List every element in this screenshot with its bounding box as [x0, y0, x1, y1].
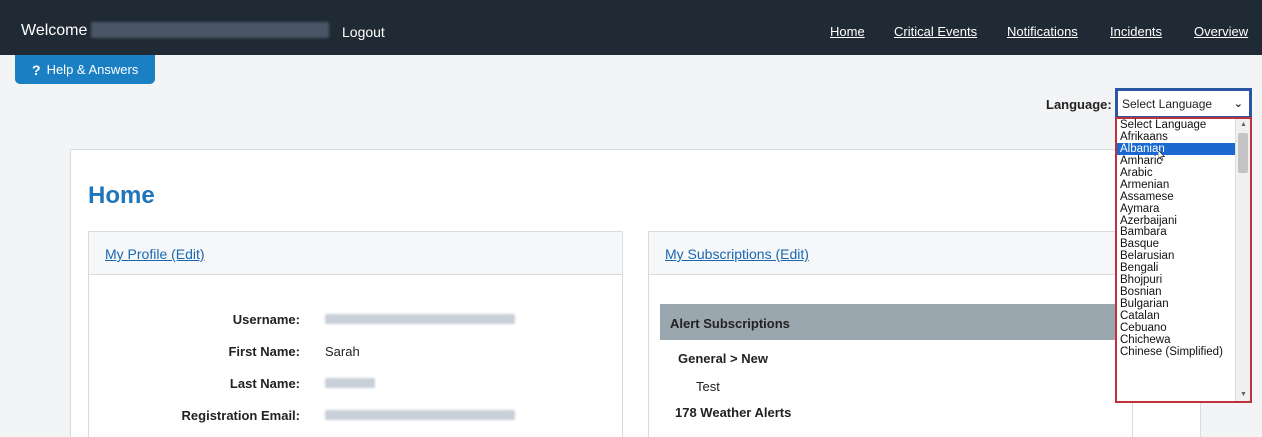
- subscriptions-panel-header: My Subscriptions (Edit): [649, 232, 1132, 275]
- nav-notifications[interactable]: Notifications: [1007, 24, 1078, 39]
- username-label: Username:: [232, 312, 300, 327]
- language-option[interactable]: Belarusian: [1117, 250, 1250, 262]
- subscription-item: 178 Weather Alerts: [675, 405, 792, 420]
- language-option[interactable]: Armenian: [1117, 179, 1250, 191]
- page-title: Home: [88, 182, 155, 209]
- redacted-email: [325, 410, 515, 420]
- language-option[interactable]: Catalan: [1117, 310, 1250, 322]
- welcome-text: Welcome: [21, 22, 88, 39]
- registration-email-label: Registration Email:: [181, 408, 300, 423]
- language-option[interactable]: Azerbaijani: [1117, 215, 1250, 227]
- profile-panel: My Profile (Edit): [88, 231, 623, 437]
- scroll-down-icon[interactable]: ▼: [1236, 389, 1250, 401]
- language-option[interactable]: Bosnian: [1117, 286, 1250, 298]
- language-option[interactable]: Bengali: [1117, 262, 1250, 274]
- language-option[interactable]: Chinese (Simplified): [1117, 346, 1250, 358]
- scroll-up-icon[interactable]: ▲: [1236, 119, 1250, 131]
- nav-overview[interactable]: Overview: [1194, 24, 1248, 39]
- chevron-down-icon: ⌄: [1233, 98, 1243, 110]
- redacted-username: [91, 22, 329, 38]
- logout-link[interactable]: Logout: [342, 24, 385, 40]
- language-option[interactable]: Bhojpuri: [1117, 274, 1250, 286]
- first-name-value: Sarah: [325, 344, 360, 359]
- language-option[interactable]: Bambara: [1117, 226, 1250, 238]
- language-option[interactable]: Select Language: [1117, 119, 1250, 131]
- subscription-item: General > New: [678, 351, 768, 366]
- language-option[interactable]: Arabic: [1117, 167, 1250, 179]
- language-option[interactable]: Amharic: [1117, 155, 1250, 167]
- language-option[interactable]: Bulgarian: [1117, 298, 1250, 310]
- mouse-cursor-icon: [1158, 150, 1166, 161]
- language-label: Language:: [1046, 97, 1112, 112]
- subscription-item: Test: [696, 379, 720, 394]
- profile-panel-header: My Profile (Edit): [89, 232, 622, 275]
- nav-home[interactable]: Home: [830, 24, 865, 39]
- redacted-username-value: [325, 314, 515, 324]
- alert-subscriptions-title: Alert Subscriptions: [670, 316, 790, 331]
- redacted-last-name: [325, 378, 375, 388]
- question-icon: ?: [32, 61, 41, 78]
- language-option[interactable]: Aymara: [1117, 203, 1250, 215]
- edit-subscriptions-link[interactable]: My Subscriptions (Edit): [665, 246, 809, 262]
- language-select[interactable]: Select Language ⌄: [1115, 88, 1252, 119]
- top-nav-bar: Welcome Logout Home Critical Events Noti…: [0, 0, 1262, 55]
- scrollbar-thumb[interactable]: [1238, 133, 1248, 173]
- help-label: Help & Answers: [46, 62, 139, 77]
- dropdown-scrollbar[interactable]: ▲ ▼: [1235, 119, 1250, 401]
- language-option[interactable]: Cebuano: [1117, 322, 1250, 334]
- first-name-label: First Name:: [228, 344, 300, 359]
- language-option[interactable]: Albanian: [1117, 142, 1250, 155]
- language-select-value: Select Language: [1122, 97, 1213, 111]
- language-option[interactable]: Assamese: [1117, 191, 1250, 203]
- help-answers-button[interactable]: ? Help & Answers: [15, 55, 155, 84]
- nav-incidents[interactable]: Incidents: [1110, 24, 1162, 39]
- language-option[interactable]: Basque: [1117, 238, 1250, 250]
- language-option[interactable]: Chichewa: [1117, 334, 1250, 346]
- language-option[interactable]: Afrikaans: [1117, 131, 1250, 143]
- last-name-label: Last Name:: [229, 376, 300, 391]
- edit-profile-link[interactable]: My Profile (Edit): [105, 246, 205, 262]
- nav-critical-events[interactable]: Critical Events: [894, 24, 977, 39]
- language-dropdown-list[interactable]: Select Language Afrikaans Albanian Amharic A…: [1115, 117, 1252, 403]
